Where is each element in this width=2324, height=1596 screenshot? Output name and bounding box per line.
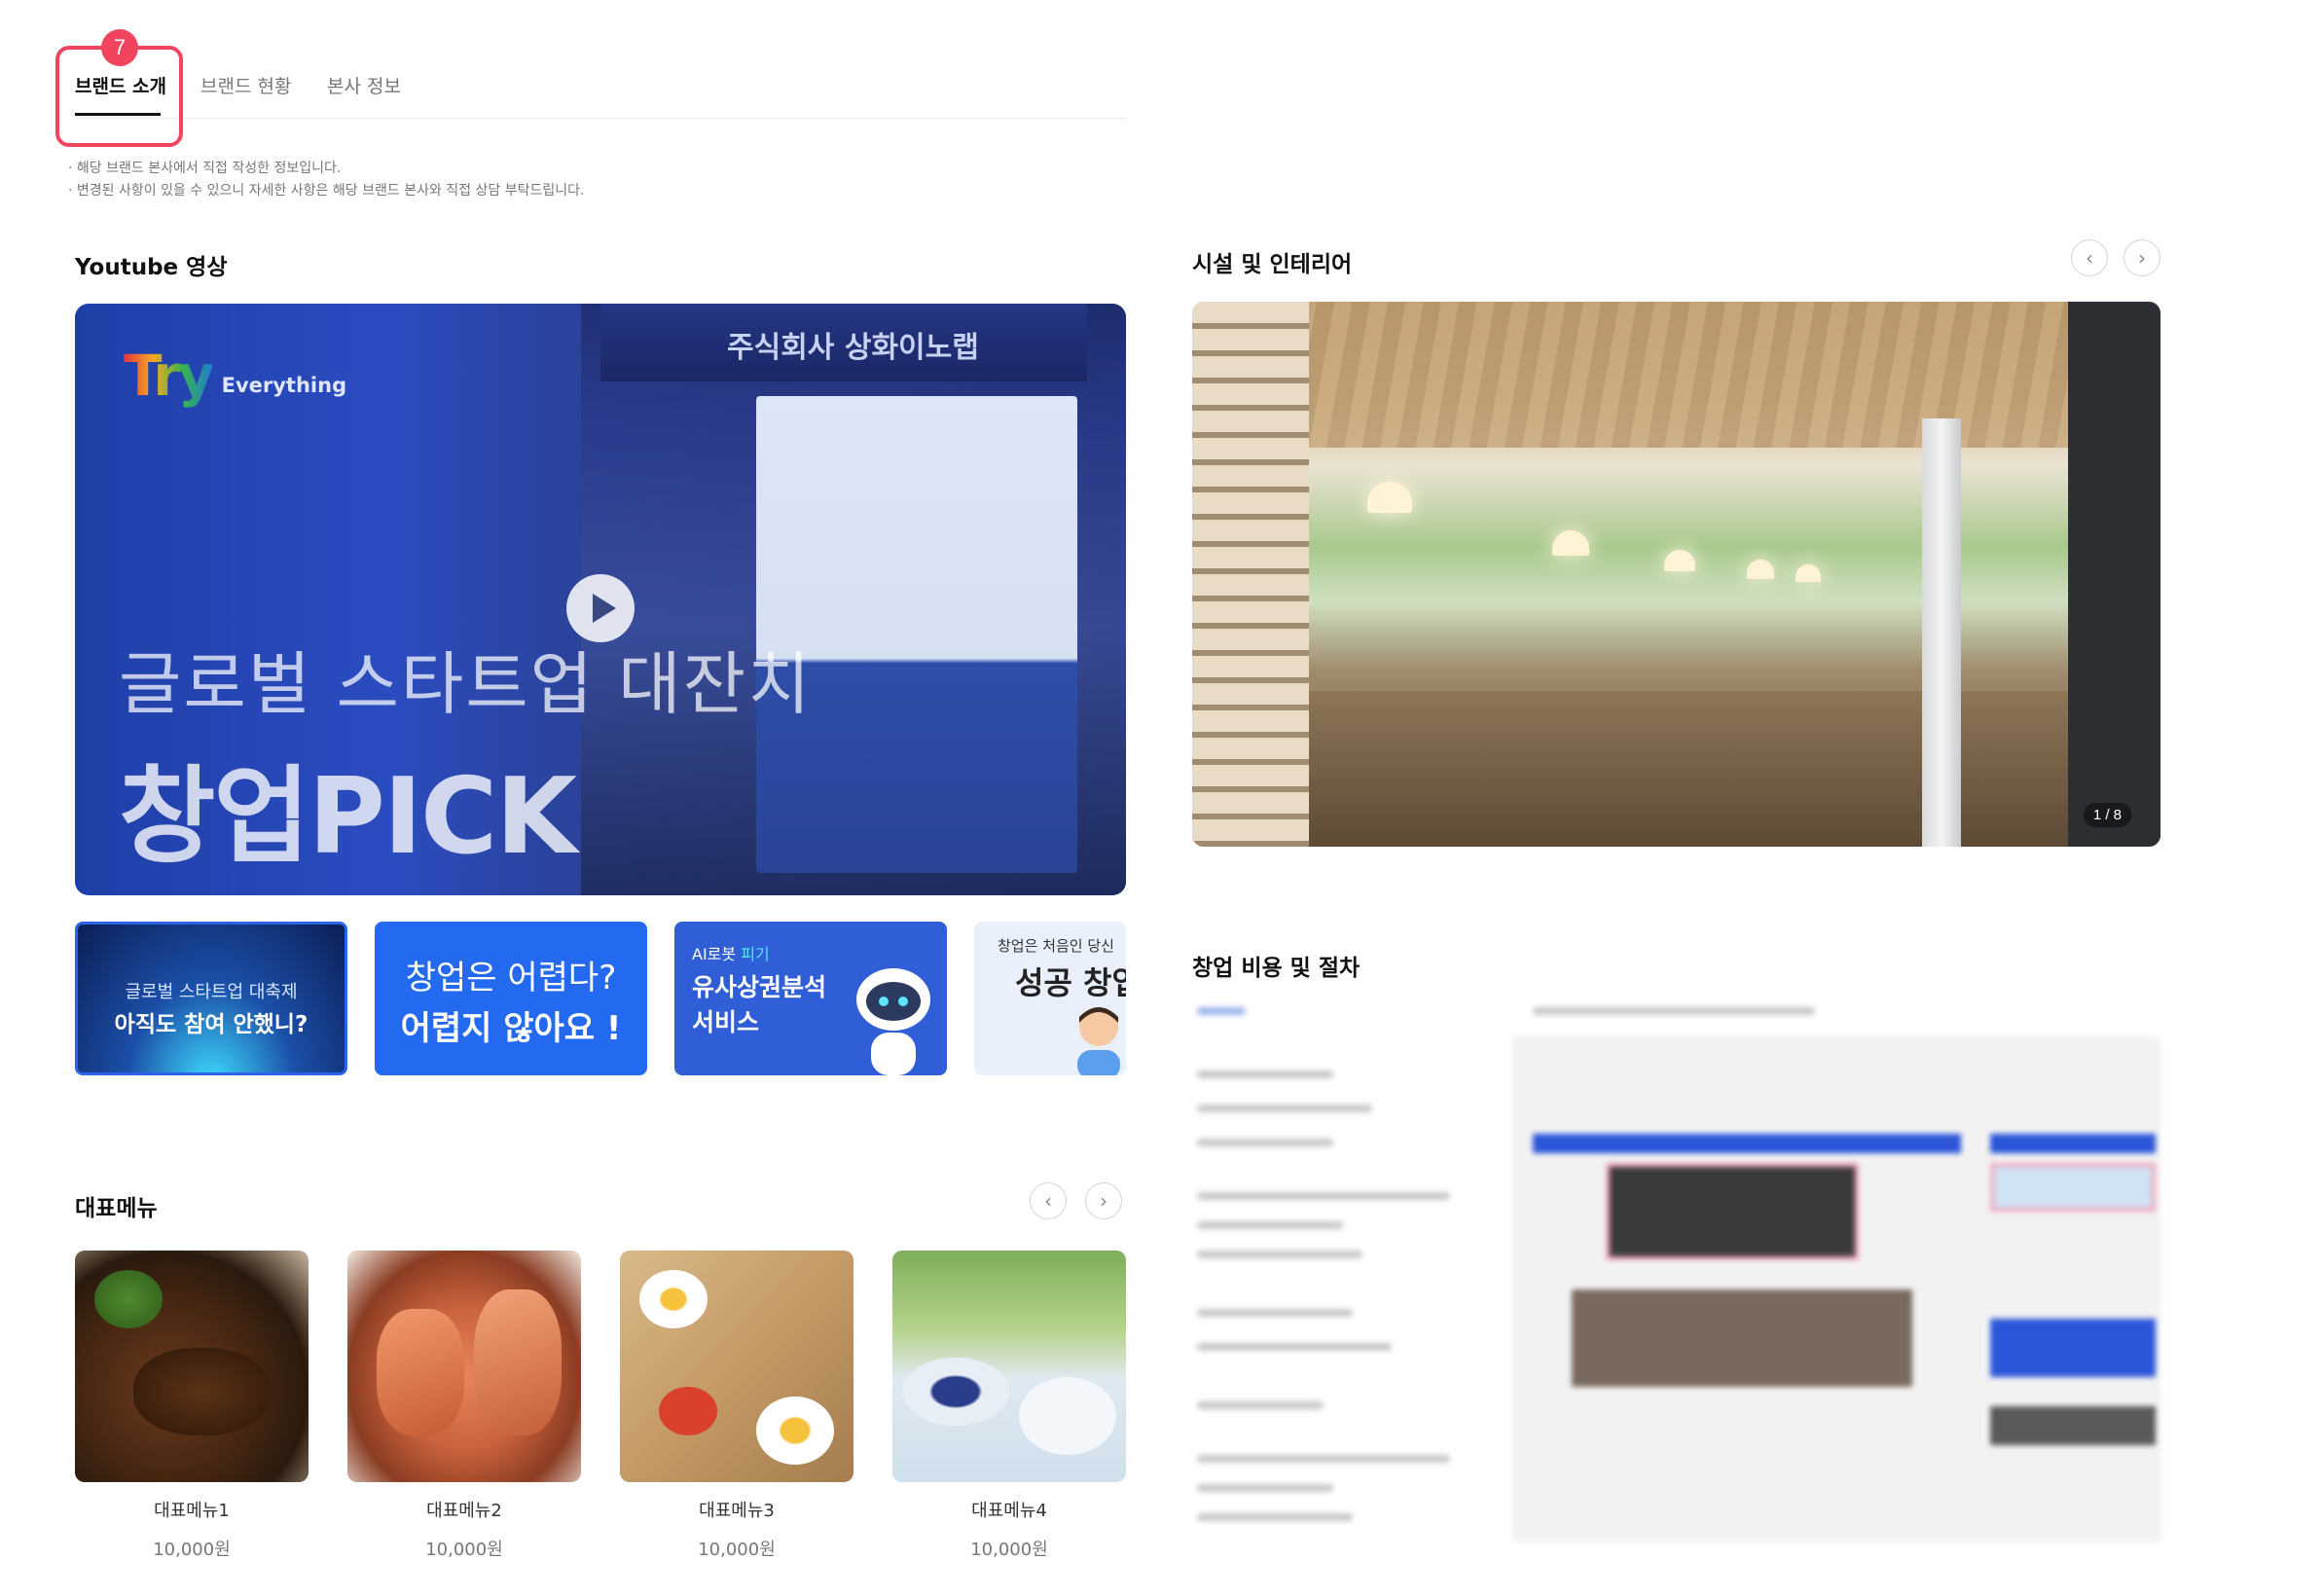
menu-image	[620, 1251, 853, 1482]
lamp-icon	[1796, 564, 1821, 582]
notice-line: · 해당 브랜드 본사에서 직접 작성한 정보입니다.	[68, 161, 342, 176]
thumbnail-tag: AI로봇	[692, 945, 737, 963]
thumbnail-line1: 유사상권분석	[692, 973, 827, 1001]
image-counter: 1 / 8	[2083, 803, 2131, 827]
notice-line: · 변경된 사항이 있을 수 있으니 자세한 사항은 해당 브랜드 본사와 직접…	[68, 183, 585, 199]
menu-name: 대표메뉴3	[699, 1501, 775, 1521]
menu-price: 10,000원	[425, 1540, 503, 1560]
cost-procedure-blurred	[1192, 998, 2161, 1542]
menu-price: 10,000원	[970, 1540, 1048, 1560]
lamp-icon	[1664, 550, 1695, 571]
menu-image	[892, 1251, 1126, 1482]
video-brand-logo: Try Everything	[124, 343, 346, 409]
brand-logo-word: Everything	[221, 374, 347, 397]
thumbnail-line2: 아직도 참여 안했니?	[114, 1012, 309, 1037]
facilities-image-carousel[interactable]: 1 / 8	[1192, 302, 2161, 847]
tab-hq-info[interactable]: 본사 정보	[327, 72, 401, 98]
video-thumbnail-3[interactable]: AI로봇 피기 유사상권분석 서비스	[674, 922, 947, 1075]
video-thumbnail-4[interactable]: 창업은 처음인 당신 성공 창업	[974, 922, 1126, 1075]
dark-wall	[2068, 302, 2161, 847]
cost-section-title: 창업 비용 및 절차	[1192, 956, 1361, 981]
video-subtitle: 글로벌 스타트업 대잔치	[119, 644, 813, 724]
notice-list: · 해당 브랜드 본사에서 직접 작성한 정보입니다. · 변경된 사항이 있을…	[68, 158, 584, 202]
menu-card[interactable]: 대표메뉴2 10,000원	[347, 1251, 581, 1561]
brand-logo-text: Try	[124, 343, 215, 409]
chevron-right-icon[interactable]: ›	[2124, 239, 2161, 276]
tab-brand-status[interactable]: 브랜드 현황	[200, 72, 291, 98]
youtube-video-player[interactable]: 주식회사 상화이노랩 Try Everything 글로벌 스타트업 대잔치 창…	[75, 304, 1126, 895]
lamp-icon	[1747, 560, 1774, 579]
menu-card[interactable]: 대표메뉴3 10,000원	[620, 1251, 853, 1561]
person-icon	[1077, 1007, 1120, 1075]
video-booth-sign: 주식회사 상화이노랩	[600, 304, 1087, 381]
robot-icon	[856, 968, 930, 1075]
chevron-left-icon[interactable]: ‹	[2071, 239, 2108, 276]
facilities-section-title: 시설 및 인테리어	[1192, 252, 1353, 277]
video-headline: 창업PICK	[119, 756, 577, 878]
menu-name: 대표메뉴1	[154, 1501, 230, 1521]
video-thumbnail-1[interactable]: 글로벌 스타트업 대축제 아직도 참여 안했니?	[75, 922, 347, 1075]
tree-column	[1922, 418, 1961, 847]
menu-image	[347, 1251, 581, 1482]
play-icon[interactable]	[566, 574, 635, 642]
wood-slats	[1192, 302, 1309, 847]
video-thumbnail-2[interactable]: 창업은 어렵다? 어렵지 않아요 !	[375, 922, 647, 1075]
menu-price: 10,000원	[153, 1540, 231, 1560]
ceiling	[1192, 302, 2161, 448]
chevron-left-icon[interactable]: ‹	[1030, 1182, 1067, 1219]
thumbnail-line1: 창업은 처음인 당신	[998, 937, 1114, 955]
thumbnail-line2: 성공 창업	[1015, 964, 1126, 1001]
menu-section-title: 대표메뉴	[75, 1196, 158, 1221]
menu-name: 대표메뉴2	[426, 1501, 502, 1521]
tab-bar: 브랜드 소개 브랜드 현황 본사 정보	[75, 43, 1126, 119]
thumbnail-line2: 어렵지 않아요 !	[400, 1009, 622, 1048]
menu-card[interactable]: 대표메뉴1 10,000원	[75, 1251, 309, 1561]
thumbnail-tag-highlight: 피기	[741, 945, 770, 963]
youtube-section-title: Youtube 영상	[75, 255, 228, 280]
thumbnail-line1: 창업은 어렵다?	[405, 959, 617, 998]
lamp-icon	[1367, 482, 1412, 513]
floor	[1192, 691, 2161, 847]
menu-image	[75, 1251, 309, 1482]
menu-price: 10,000원	[698, 1540, 776, 1560]
chevron-right-icon[interactable]: ›	[1085, 1182, 1122, 1219]
thumbnail-line2: 서비스	[692, 1008, 760, 1036]
menu-name: 대표메뉴4	[971, 1501, 1047, 1521]
lamp-icon	[1552, 530, 1589, 556]
step-badge: 7	[101, 29, 138, 66]
thumbnail-line1: 글로벌 스타트업 대축제	[125, 982, 298, 1002]
menu-card[interactable]: 대표메뉴4 10,000원	[892, 1251, 1126, 1561]
